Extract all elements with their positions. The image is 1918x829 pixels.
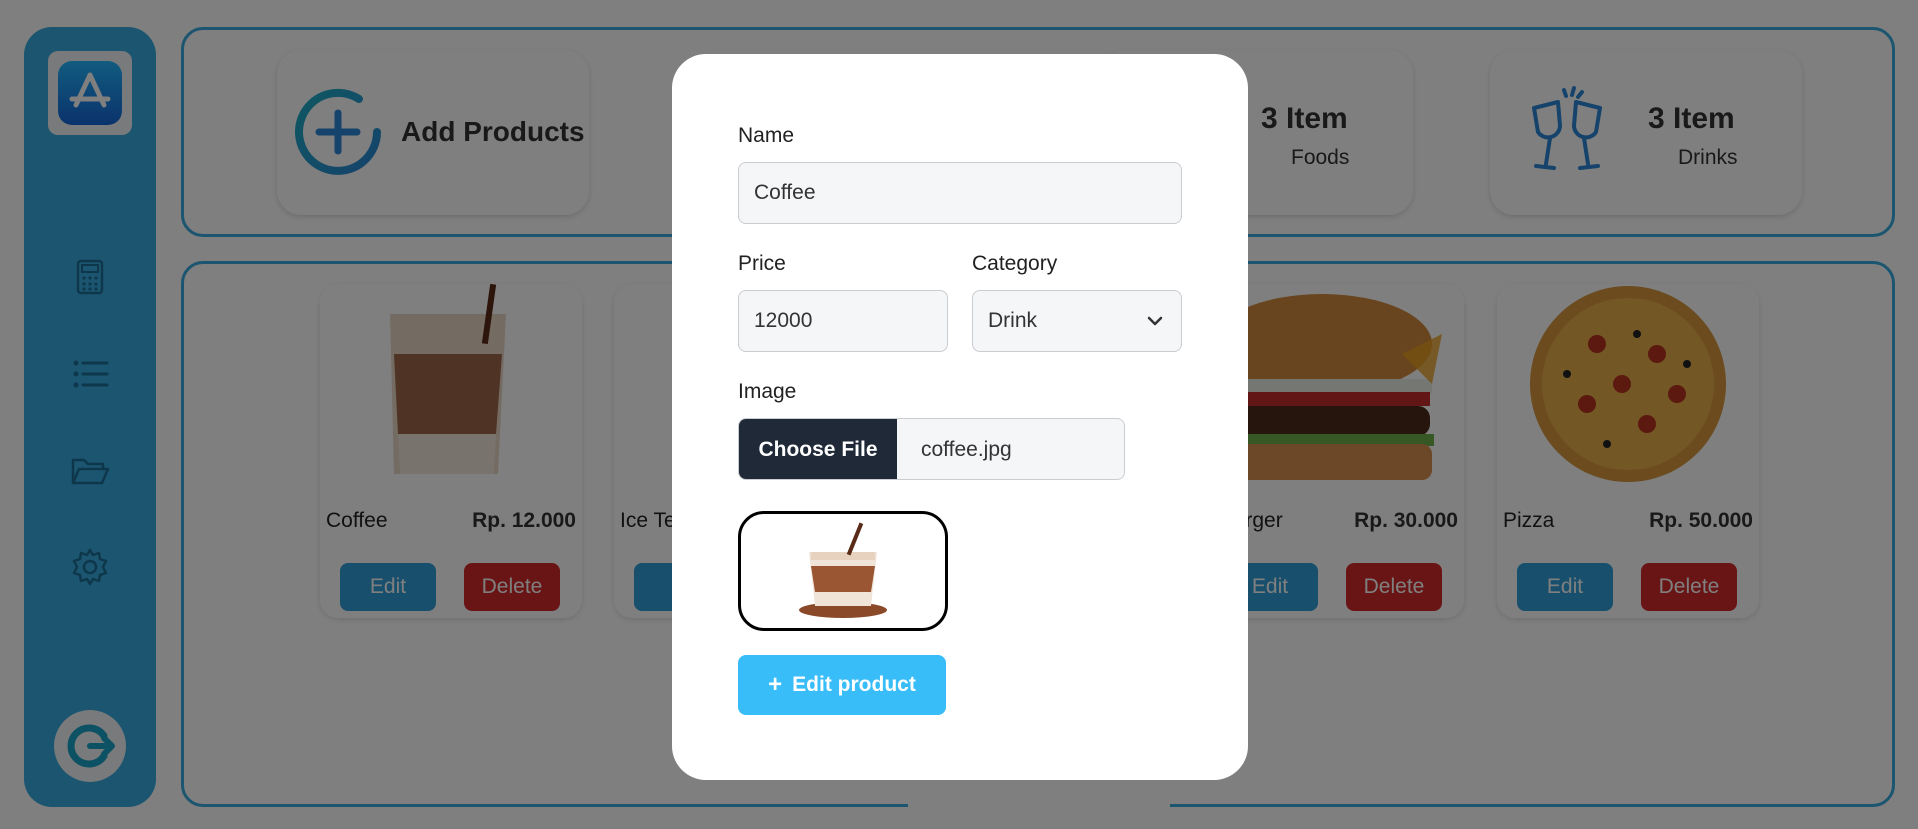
choose-file-button[interactable]: Choose File [739, 419, 897, 479]
category-value: Drink [988, 309, 1038, 332]
image-preview [738, 511, 948, 631]
image-file-input[interactable]: Choose File coffee.jpg [738, 418, 1125, 480]
price-input[interactable]: 12000 [738, 290, 948, 352]
category-label: Category [972, 252, 1058, 275]
price-label: Price [738, 252, 786, 275]
app-background: Add Products 3 Item Foods 3 Item Drinks [0, 0, 1918, 829]
category-select[interactable]: Drink [972, 290, 1182, 352]
name-input[interactable]: Coffee [738, 162, 1182, 224]
edit-product-button[interactable]: + Edit product [738, 655, 946, 715]
edit-product-modal: Name Coffee Price 12000 Category Drink I… [672, 54, 1248, 780]
chevron-down-icon [1147, 316, 1163, 326]
name-label: Name [738, 124, 795, 147]
file-name: coffee.jpg [921, 438, 1012, 461]
image-label: Image [738, 380, 797, 403]
edit-product-label: Edit product [792, 673, 916, 696]
plus-icon: + [768, 671, 783, 698]
